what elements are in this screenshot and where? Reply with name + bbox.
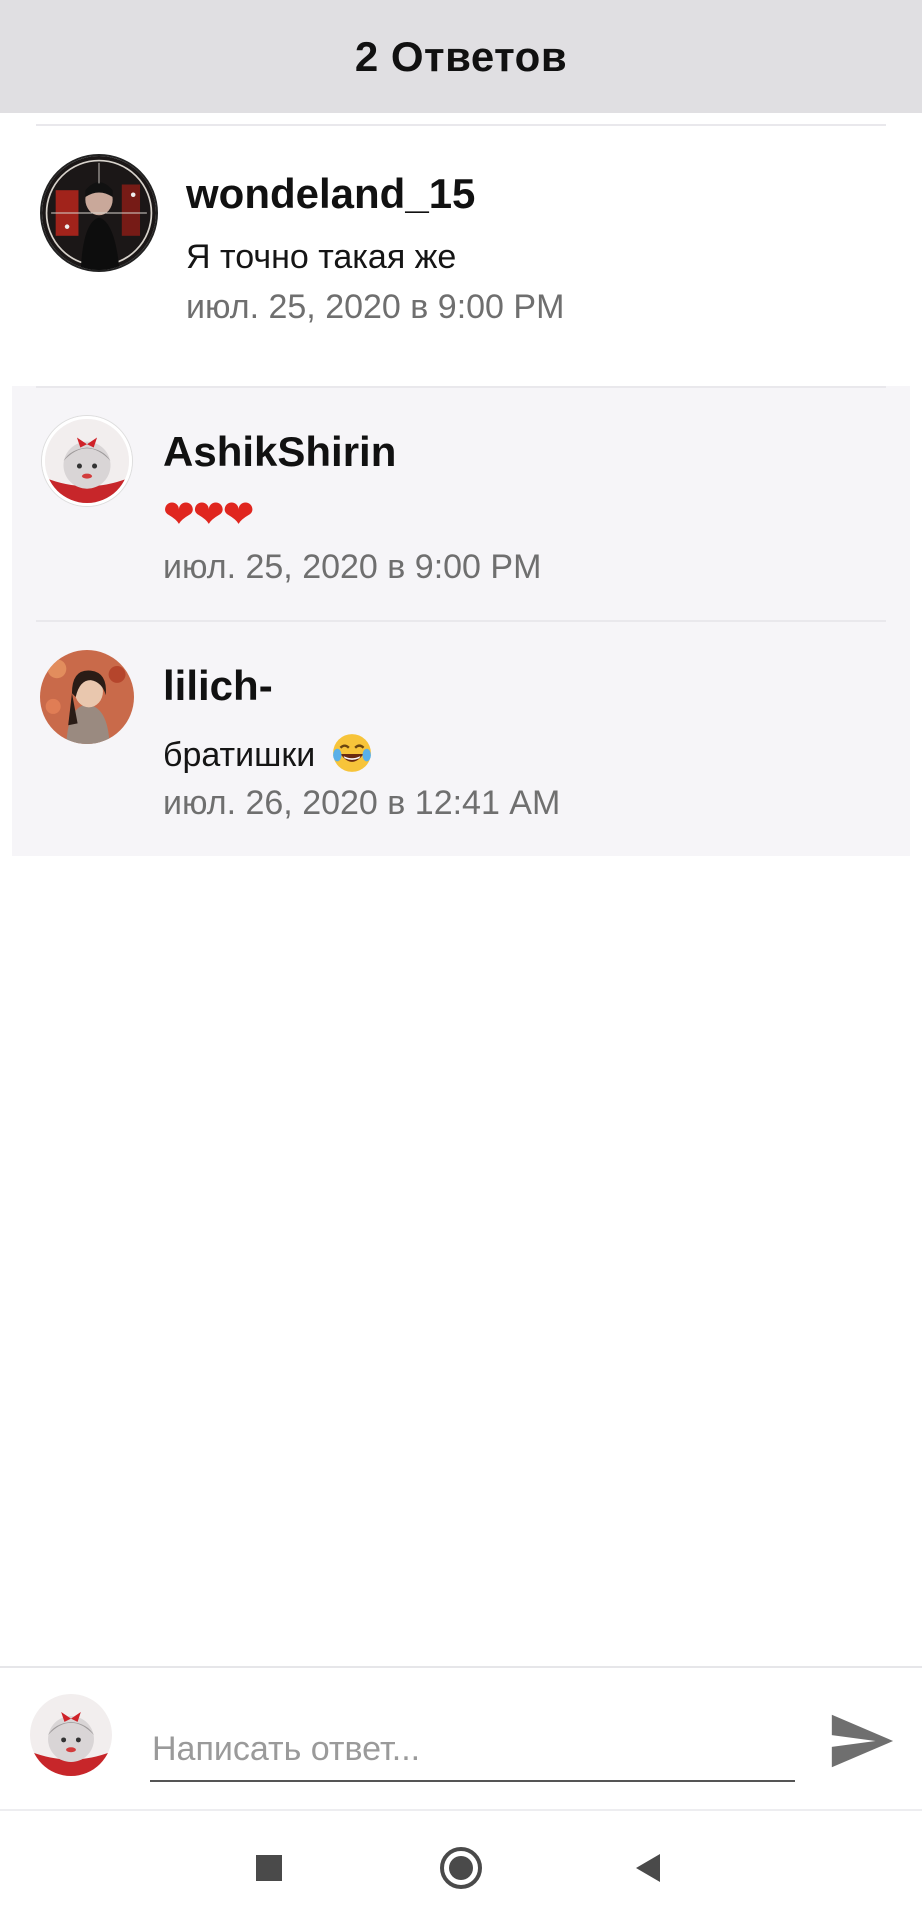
send-button[interactable] xyxy=(826,1706,896,1776)
comment-item: wondeland_15 Я точно такая же июл. 25, 2… xyxy=(0,126,922,384)
reply-timestamp: июл. 25, 2020 в 9:00 PM xyxy=(163,548,542,586)
user-avatar[interactable] xyxy=(40,650,134,744)
comment-text: Я точно такая же xyxy=(186,238,457,276)
current-user-avatar xyxy=(30,1694,112,1776)
reply-item: AshikShirin ❤❤❤ июл. 25, 2020 в 9:00 PM xyxy=(12,386,910,620)
home-icon xyxy=(440,1847,482,1889)
home-button[interactable] xyxy=(439,1846,483,1890)
reply-composer xyxy=(0,1666,922,1809)
avatar-image xyxy=(40,650,134,744)
avatar-image xyxy=(30,1694,112,1776)
recent-apps-icon xyxy=(256,1855,282,1881)
user-avatar[interactable] xyxy=(40,154,158,272)
comment-username[interactable]: wondeland_15 xyxy=(186,170,475,218)
avatar-image xyxy=(42,156,156,270)
reply-username[interactable]: AshikShirin xyxy=(163,428,396,476)
divider xyxy=(36,620,886,622)
send-icon xyxy=(831,1714,894,1768)
avatar-image xyxy=(45,419,129,503)
system-navigation-bar xyxy=(0,1809,922,1920)
back-icon xyxy=(636,1854,660,1882)
reply-timestamp: июл. 26, 2020 в 12:41 AM xyxy=(163,784,561,822)
recent-apps-button[interactable] xyxy=(254,1853,284,1883)
reply-username[interactable]: lilich- xyxy=(163,662,273,710)
divider xyxy=(36,386,886,388)
reply-item: lilich- братишки июл. 26, 2020 в 12:41 A… xyxy=(12,620,910,856)
reply-text-content: братишки xyxy=(163,736,316,774)
reply-text: ❤❤❤ xyxy=(163,494,255,536)
header-bar: 2 Ответов xyxy=(0,0,922,113)
user-avatar[interactable] xyxy=(42,416,132,506)
comment-timestamp: июл. 25, 2020 в 9:00 PM xyxy=(186,288,565,326)
reply-text: братишки xyxy=(163,732,373,775)
reply-input[interactable] xyxy=(150,1718,795,1782)
page-title: 2 Ответов xyxy=(354,32,568,80)
laughing-emoji-icon xyxy=(332,734,371,772)
back-button[interactable] xyxy=(632,1851,666,1885)
